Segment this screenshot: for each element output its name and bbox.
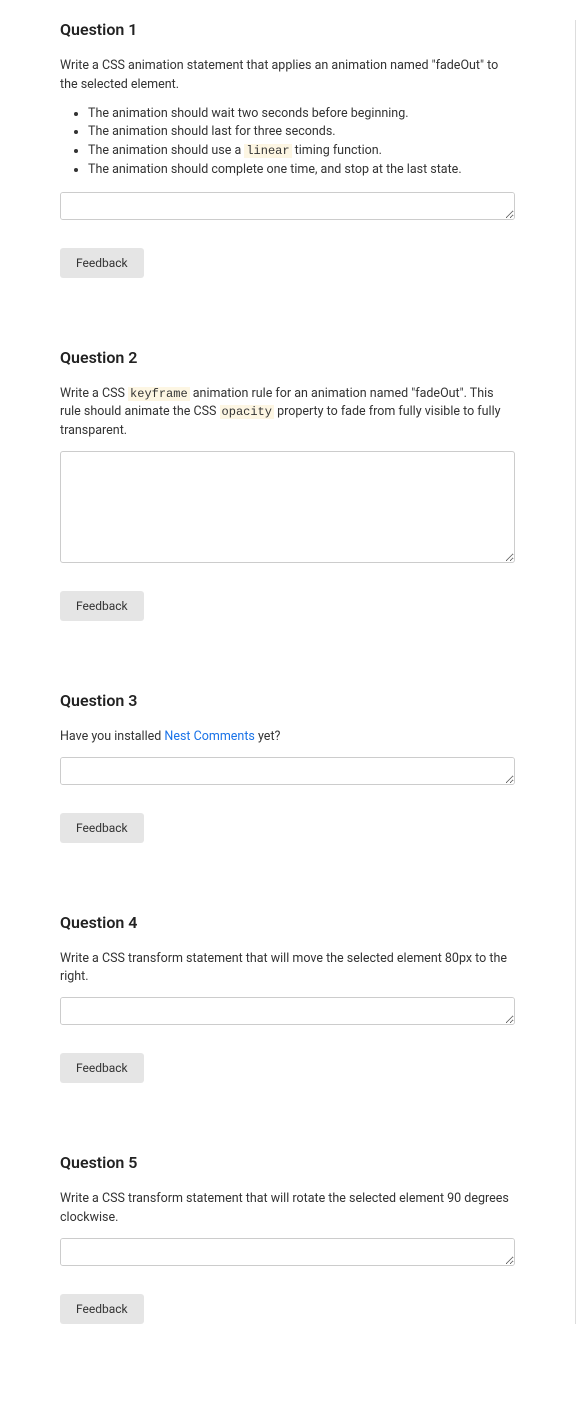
question-1: Question 1 Write a CSS animation stateme…	[60, 20, 515, 278]
question-title: Question 2	[60, 348, 515, 367]
question-title: Question 3	[60, 691, 515, 710]
answer-input[interactable]	[60, 192, 515, 220]
question-prompt: Have you installed Nest Comments yet?	[60, 728, 515, 747]
list-item: The animation should wait two seconds be…	[88, 105, 515, 124]
inline-code: linear	[244, 144, 291, 158]
question-prompt: Write a CSS keyframe animation rule for …	[60, 385, 515, 441]
list-item: The animation should last for three seco…	[88, 123, 515, 142]
feedback-button[interactable]: Feedback	[60, 813, 144, 843]
question-title: Question 5	[60, 1153, 515, 1172]
question-prompt: Write a CSS transform statement that wil…	[60, 1190, 515, 1228]
feedback-button[interactable]: Feedback	[60, 591, 144, 621]
question-bullet-list: The animation should wait two seconds be…	[60, 105, 515, 180]
feedback-button[interactable]: Feedback	[60, 1053, 144, 1083]
list-item: The animation should use a linear timing…	[88, 142, 515, 161]
question-3: Question 3 Have you installed Nest Comme…	[60, 691, 515, 843]
inline-code: keyframe	[128, 387, 190, 401]
answer-input[interactable]	[60, 451, 515, 563]
answer-input[interactable]	[60, 757, 515, 785]
answer-input[interactable]	[60, 997, 515, 1025]
question-5: Question 5 Write a CSS transform stateme…	[60, 1153, 515, 1324]
answer-input[interactable]	[60, 1238, 515, 1266]
inline-code: opacity	[220, 405, 274, 419]
page-container: Question 1 Write a CSS animation stateme…	[0, 20, 576, 1324]
question-2: Question 2 Write a CSS keyframe animatio…	[60, 348, 515, 621]
question-prompt: Write a CSS transform statement that wil…	[60, 950, 515, 988]
question-prompt: Write a CSS animation statement that app…	[60, 57, 515, 95]
question-title: Question 1	[60, 20, 515, 39]
question-title: Question 4	[60, 913, 515, 932]
feedback-button[interactable]: Feedback	[60, 1294, 144, 1324]
feedback-button[interactable]: Feedback	[60, 248, 144, 278]
question-4: Question 4 Write a CSS transform stateme…	[60, 913, 515, 1084]
list-item: The animation should complete one time, …	[88, 161, 515, 180]
nest-comments-link[interactable]: Nest Comments	[164, 729, 254, 744]
